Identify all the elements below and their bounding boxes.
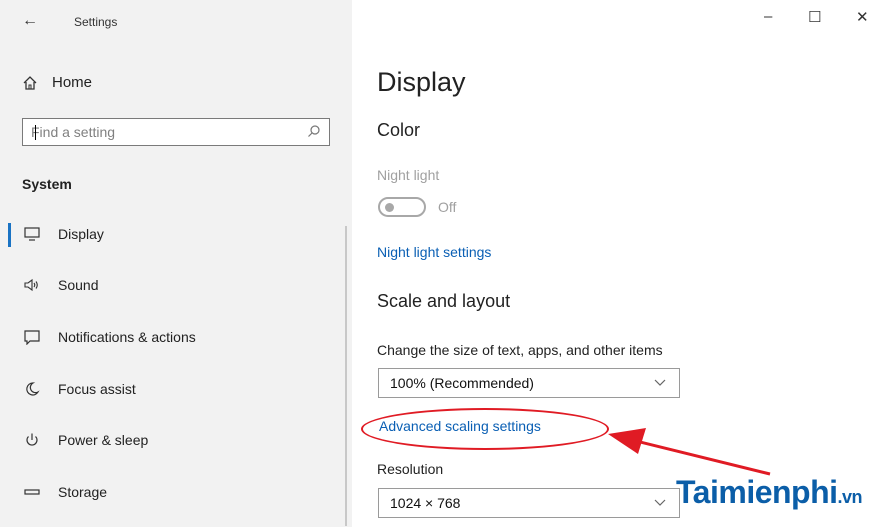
resolution-dropdown[interactable]: 1024 × 768 — [378, 488, 680, 518]
watermark-suffix: .vn — [837, 487, 863, 507]
window-title: Settings — [74, 15, 118, 29]
sidebar-item-label: Storage — [58, 484, 108, 500]
minimize-button[interactable]: – — [764, 8, 772, 25]
home-label: Home — [52, 74, 93, 91]
annotation-ellipse — [361, 408, 609, 450]
sidebar-item-sound[interactable]: Sound — [0, 268, 352, 302]
scale-description: Change the size of text, apps, and other… — [377, 342, 663, 358]
chevron-down-icon — [654, 379, 666, 386]
toggle-knob — [385, 203, 394, 212]
sidebar-item-notifications[interactable]: Notifications & actions — [0, 320, 352, 354]
sidebar-item-power-sleep[interactable]: Power & sleep — [0, 423, 352, 457]
search-box[interactable] — [22, 118, 330, 146]
active-indicator — [8, 223, 11, 247]
speaker-icon — [24, 278, 38, 292]
sidebar-item-label: Notifications & actions — [58, 329, 196, 345]
sidebar-item-label: Sound — [58, 277, 99, 293]
watermark-logo: Taimienphi.vn — [676, 474, 863, 511]
power-icon — [26, 433, 38, 446]
night-light-settings-link[interactable]: Night light settings — [377, 244, 491, 260]
sidebar-item-label: Power & sleep — [58, 432, 149, 448]
sidebar-item-display[interactable]: Display — [0, 217, 352, 251]
sidebar: ← Settings Home System Display Sound — [0, 0, 352, 527]
night-light-label: Night light — [377, 167, 440, 183]
resolution-label: Resolution — [377, 461, 444, 477]
section-title-system: System — [22, 176, 72, 192]
scale-dropdown[interactable]: 100% (Recommended) — [378, 368, 680, 398]
color-heading: Color — [377, 120, 421, 140]
sidebar-item-label: Focus assist — [58, 381, 136, 397]
watermark-text: Taimienphi — [676, 474, 838, 510]
night-light-toggle[interactable] — [378, 197, 426, 217]
home-icon — [23, 75, 37, 90]
close-button[interactable]: ✕ — [856, 8, 869, 26]
sidebar-item-storage[interactable]: Storage — [0, 475, 352, 509]
sidebar-item-focus-assist[interactable]: Focus assist — [0, 372, 352, 406]
notification-icon — [24, 330, 40, 345]
search-icon[interactable] — [307, 124, 321, 138]
back-arrow-icon[interactable]: ← — [22, 12, 38, 30]
sidebar-item-label: Display — [58, 226, 104, 242]
monitor-icon — [24, 227, 40, 241]
moon-icon — [26, 382, 40, 396]
text-caret — [35, 125, 36, 140]
resolution-value: 1024 × 768 — [390, 495, 461, 511]
scale-value: 100% (Recommended) — [390, 375, 534, 391]
sidebar-item-home[interactable]: Home — [22, 74, 92, 91]
scale-layout-heading: Scale and layout — [377, 291, 511, 311]
search-input[interactable] — [23, 119, 309, 145]
night-light-state: Off — [438, 199, 457, 215]
page-title: Display — [377, 67, 466, 97]
sidebar-scrollbar[interactable] — [345, 226, 347, 526]
chevron-down-icon — [654, 499, 666, 506]
storage-icon — [24, 489, 40, 495]
maximize-button[interactable]: ☐ — [808, 8, 821, 26]
